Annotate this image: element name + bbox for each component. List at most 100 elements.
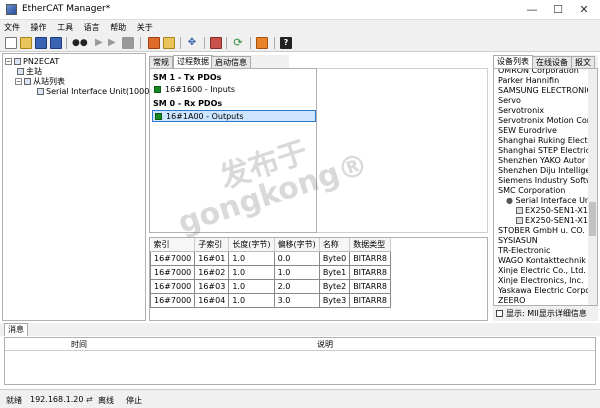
list-item[interactable]: Servotronix Motion Cor — [498, 116, 590, 126]
table-row[interactable]: 16#7000 16#04 1.0 3.0 Byte3 BITARR8 — [149, 292, 391, 308]
list-item[interactable]: ZEERO — [498, 296, 525, 305]
pdo-item-inputs[interactable]: 16#1600 - Inputs — [152, 84, 316, 96]
col-subindex[interactable]: 子索引 — [194, 238, 230, 252]
network-icon[interactable]: ✥ — [186, 37, 198, 49]
status-run: 停止 — [126, 396, 142, 405]
message-header: 时间 说明 — [5, 338, 595, 351]
cell: Byte2 — [318, 278, 351, 294]
edit-icon[interactable] — [148, 37, 160, 49]
close-button[interactable]: ✕ — [574, 2, 594, 18]
menu-operate[interactable]: 操作 — [27, 20, 51, 35]
toolbar-separator — [274, 37, 275, 49]
sm1-header: SM 1 - Tx PDOs — [153, 73, 222, 82]
col-name[interactable]: 名称 — [319, 238, 351, 252]
tab-messages[interactable]: 报文 — [571, 56, 595, 68]
project-tree: − PN2ECAT 主站 − 从站列表 Serial Interface Unit(… — [2, 53, 152, 321]
tree-device[interactable]: Serial Interface Unit(1000) — [37, 87, 152, 96]
maximize-button[interactable]: ☐ — [548, 2, 568, 18]
save-icon[interactable] — [35, 37, 47, 49]
module-icon[interactable] — [163, 37, 175, 49]
tab-online-devices[interactable]: 在线设备 — [532, 56, 572, 68]
cell: BITARR8 — [349, 250, 391, 266]
cell: 1.0 — [228, 264, 275, 280]
list-item[interactable]: Siemens Industry Softw — [498, 176, 593, 186]
col-time[interactable]: 时间 — [71, 338, 87, 351]
pdo-item-outputs[interactable]: 16#1A00 - Outputs — [152, 110, 316, 122]
menu-help[interactable]: 帮助 — [106, 20, 130, 35]
col-length[interactable]: 长度(字节) — [228, 238, 275, 252]
device-list-scrollbar[interactable] — [588, 69, 597, 305]
device-list: OMRON Corporation Parker Hannifin SAMSUN… — [493, 68, 598, 306]
list-item[interactable]: SEW Eurodrive — [498, 126, 557, 136]
device-group[interactable]: ● Serial Interface Unit — [506, 196, 595, 206]
save-as-icon[interactable] — [50, 37, 62, 49]
list-item[interactable]: Shenzhen Diju Intelliger — [498, 166, 594, 176]
cell: 0.0 — [273, 250, 320, 266]
connect-icon[interactable]: ●● — [72, 37, 92, 49]
right-tab-bar: 设备列表 在线设备 报文 — [493, 55, 598, 68]
help-icon[interactable]: ? — [280, 37, 292, 49]
center-tab-bar: 常规 过程数据 启动信息 — [149, 55, 289, 68]
col-index[interactable]: 索引 — [150, 238, 196, 252]
list-item[interactable]: Shenzhen YAKO Autor — [498, 156, 585, 166]
list-item[interactable]: Xinje Electronics, Inc. — [498, 276, 584, 286]
menu-language[interactable]: 语言 — [80, 20, 104, 35]
run-icon[interactable]: ▶ — [95, 37, 107, 49]
open-folder-icon[interactable] — [20, 37, 32, 49]
cell: 16#7000 — [149, 250, 196, 266]
table-row[interactable]: 16#7000 16#03 1.0 2.0 Byte2 BITARR8 — [149, 278, 391, 294]
master-icon — [17, 68, 24, 75]
new-file-icon[interactable] — [5, 37, 17, 49]
module-icon — [516, 207, 523, 214]
list-item[interactable]: WAGO Kontakttechnik G — [498, 256, 595, 266]
tab-process-data[interactable]: 过程数据 — [173, 55, 213, 68]
step-icon[interactable]: ▶ — [108, 37, 120, 49]
col-datatype[interactable]: 数据类型 — [349, 238, 391, 252]
tab-general[interactable]: 常规 — [149, 56, 173, 68]
stop-icon[interactable] — [122, 37, 134, 49]
module-icon — [516, 217, 523, 224]
toolbar: ●● ▶ ▶ ✥ ⟳ ? — [0, 34, 600, 52]
export-icon[interactable] — [256, 37, 268, 49]
list-item[interactable]: EX250-SEN1-X139 — [516, 206, 597, 216]
minimize-button[interactable]: — — [522, 2, 542, 18]
collapse-toggle-icon[interactable]: − — [15, 78, 22, 85]
list-item[interactable]: STOBER GmbH u. CO. K — [498, 226, 593, 236]
tab-message[interactable]: 消息 — [4, 323, 28, 336]
list-item[interactable]: Shanghai Ruking Electro — [498, 136, 596, 146]
detail-checkbox[interactable] — [496, 310, 503, 317]
cell: Byte1 — [318, 264, 351, 280]
list-item[interactable]: SAMSUNG ELECTRONIC — [498, 86, 592, 96]
device-icon — [37, 88, 44, 95]
tree-slave-list[interactable]: − 从站列表 — [15, 77, 65, 86]
list-item[interactable]: Xinje Electric Co., Ltd. — [498, 266, 586, 276]
scrollbar-thumb[interactable] — [589, 202, 596, 236]
col-description[interactable]: 说明 — [317, 338, 333, 351]
cell: 16#03 — [194, 278, 230, 294]
list-item[interactable]: SMC Corporation — [498, 186, 565, 196]
list-item[interactable]: Shanghai STEP Electric — [498, 146, 590, 156]
menu-file[interactable]: 文件 — [0, 20, 24, 35]
list-item[interactable]: TR-Electronic — [498, 246, 550, 256]
menu-about[interactable]: 关于 — [133, 20, 157, 35]
tree-master[interactable]: 主站 — [17, 67, 42, 76]
list-item[interactable]: Servotronix — [498, 106, 544, 116]
tab-startup[interactable]: 启动信息 — [211, 56, 251, 68]
menu-tools[interactable]: 工具 — [53, 20, 77, 35]
list-item[interactable]: Parker Hannifin — [498, 76, 559, 86]
table-row[interactable]: 16#7000 16#01 1.0 0.0 Byte0 BITARR8 — [149, 250, 391, 266]
list-item[interactable]: SYSIASUN — [498, 236, 538, 246]
tree-root[interactable]: − PN2ECAT — [5, 57, 59, 66]
list-item[interactable]: OMRON Corporation — [498, 69, 579, 76]
menu-bar: 文件 操作 工具 语言 帮助 关于 — [0, 20, 600, 34]
list-item[interactable]: EX250-SEN1-X139 — [516, 216, 597, 226]
collapse-toggle-icon[interactable]: − — [5, 58, 12, 65]
refresh-icon[interactable]: ⟳ — [232, 37, 244, 49]
list-item[interactable]: Yaskawa Electric Corpor — [498, 286, 593, 296]
tab-device-list[interactable]: 设备列表 — [493, 55, 533, 68]
cell: 3.0 — [273, 292, 320, 308]
list-item[interactable]: Servo — [498, 96, 521, 106]
device-config-icon[interactable] — [210, 37, 222, 49]
table-row[interactable]: 16#7000 16#02 1.0 1.0 Byte1 BITARR8 — [149, 264, 391, 280]
col-offset[interactable]: 偏移(字节) — [274, 238, 320, 252]
